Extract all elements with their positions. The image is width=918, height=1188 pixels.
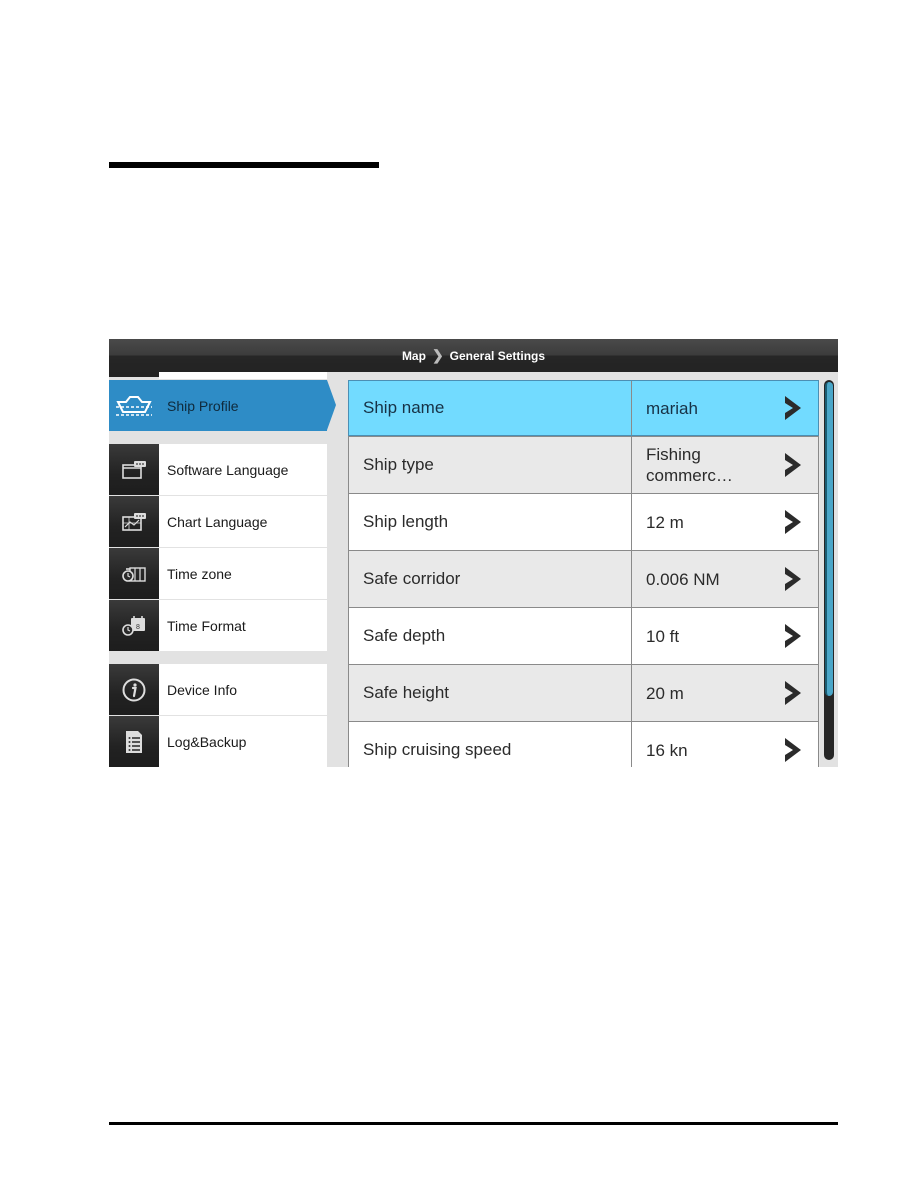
time-zone-icon: [109, 548, 159, 599]
log-document-icon: [109, 716, 159, 767]
chevron-right-icon: [785, 681, 801, 705]
chevron-right-icon: [785, 624, 801, 648]
setting-name: Ship name: [349, 381, 632, 435]
setting-row-ship-name[interactable]: Ship name mariah: [348, 380, 819, 436]
setting-value: 16 kn: [646, 740, 688, 760]
setting-row-ship-type[interactable]: Ship type Fishing commerc…: [348, 436, 819, 494]
sidebar-item-label: Device Info: [167, 681, 238, 698]
sidebar-item-label: Software Language: [167, 461, 289, 478]
sidebar-item-chart-language[interactable]: Chart Language: [109, 496, 327, 547]
chart-language-icon: [109, 496, 159, 547]
settings-list: Ship name mariah Ship type Fishing comme…: [348, 380, 820, 767]
sidebar-item-ship-profile[interactable]: Ship Profile: [109, 380, 336, 431]
language-window-icon: [109, 444, 159, 495]
bottom-rule: [109, 1122, 838, 1125]
top-rule: [109, 162, 379, 168]
breadcrumb-chevron-icon: ❯: [431, 347, 444, 363]
setting-name: Ship type: [349, 437, 632, 493]
device-screen: Map ❯ General Settings Ship Profile Soft…: [109, 339, 838, 767]
chevron-right-icon: [785, 738, 801, 762]
chevron-right-icon: [785, 567, 801, 591]
sidebar-item-label: Log&Backup: [167, 733, 247, 750]
sidebar-item-label: Ship Profile: [167, 397, 239, 414]
sidebar-item-time-zone[interactable]: Time zone: [109, 548, 327, 599]
setting-value: 0.006 NM: [646, 569, 720, 589]
breadcrumb-map[interactable]: Map: [402, 349, 426, 363]
sidebar-item-label: Time Format: [167, 617, 246, 634]
sidebar: Ship Profile Software Language Chart Lan…: [109, 380, 339, 767]
underbar-dark: [109, 372, 159, 377]
chevron-right-icon: [785, 396, 801, 420]
scrollbar-thumb[interactable]: [825, 382, 833, 696]
sidebar-item-log-backup[interactable]: Log&Backup: [109, 716, 327, 767]
setting-value: mariah: [646, 398, 698, 418]
breadcrumb-general-settings: General Settings: [449, 348, 546, 363]
sidebar-item-label: Chart Language: [167, 513, 268, 530]
setting-name: Ship length: [349, 494, 632, 550]
setting-name: Ship cruising speed: [349, 722, 632, 767]
setting-value: 12 m: [646, 512, 684, 532]
setting-name: Safe height: [349, 665, 632, 721]
sidebar-item-time-format[interactable]: 8 Time Format: [109, 600, 327, 651]
ship-icon: [109, 380, 159, 431]
info-icon: [109, 664, 159, 715]
underbar-white: [159, 372, 327, 379]
chevron-right-icon: [785, 510, 801, 534]
setting-name: Safe depth: [349, 608, 632, 664]
sidebar-item-label: Time zone: [167, 565, 232, 582]
setting-row-ship-cruising-speed[interactable]: Ship cruising speed 16 kn: [348, 721, 819, 767]
setting-row-safe-height[interactable]: Safe height 20 m: [348, 664, 819, 722]
setting-row-safe-depth[interactable]: Safe depth 10 ft: [348, 607, 819, 665]
setting-value: Fishing commerc…: [646, 445, 733, 485]
title-bar: Map ❯ General Settings: [109, 339, 838, 372]
sidebar-item-device-info[interactable]: Device Info: [109, 664, 327, 715]
setting-value: 10 ft: [646, 626, 680, 646]
chevron-right-icon: [785, 453, 801, 477]
setting-value: 20 m: [646, 683, 684, 703]
svg-text:8: 8: [136, 624, 140, 631]
time-format-icon: 8: [109, 600, 159, 651]
setting-row-ship-length[interactable]: Ship length 12 m: [348, 493, 819, 551]
setting-row-safe-corridor[interactable]: Safe corridor 0.006 NM: [348, 550, 819, 608]
scrollbar[interactable]: [824, 380, 834, 760]
title-underbar: [109, 372, 838, 380]
setting-name: Safe corridor: [349, 551, 632, 607]
sidebar-item-software-language[interactable]: Software Language: [109, 444, 327, 495]
